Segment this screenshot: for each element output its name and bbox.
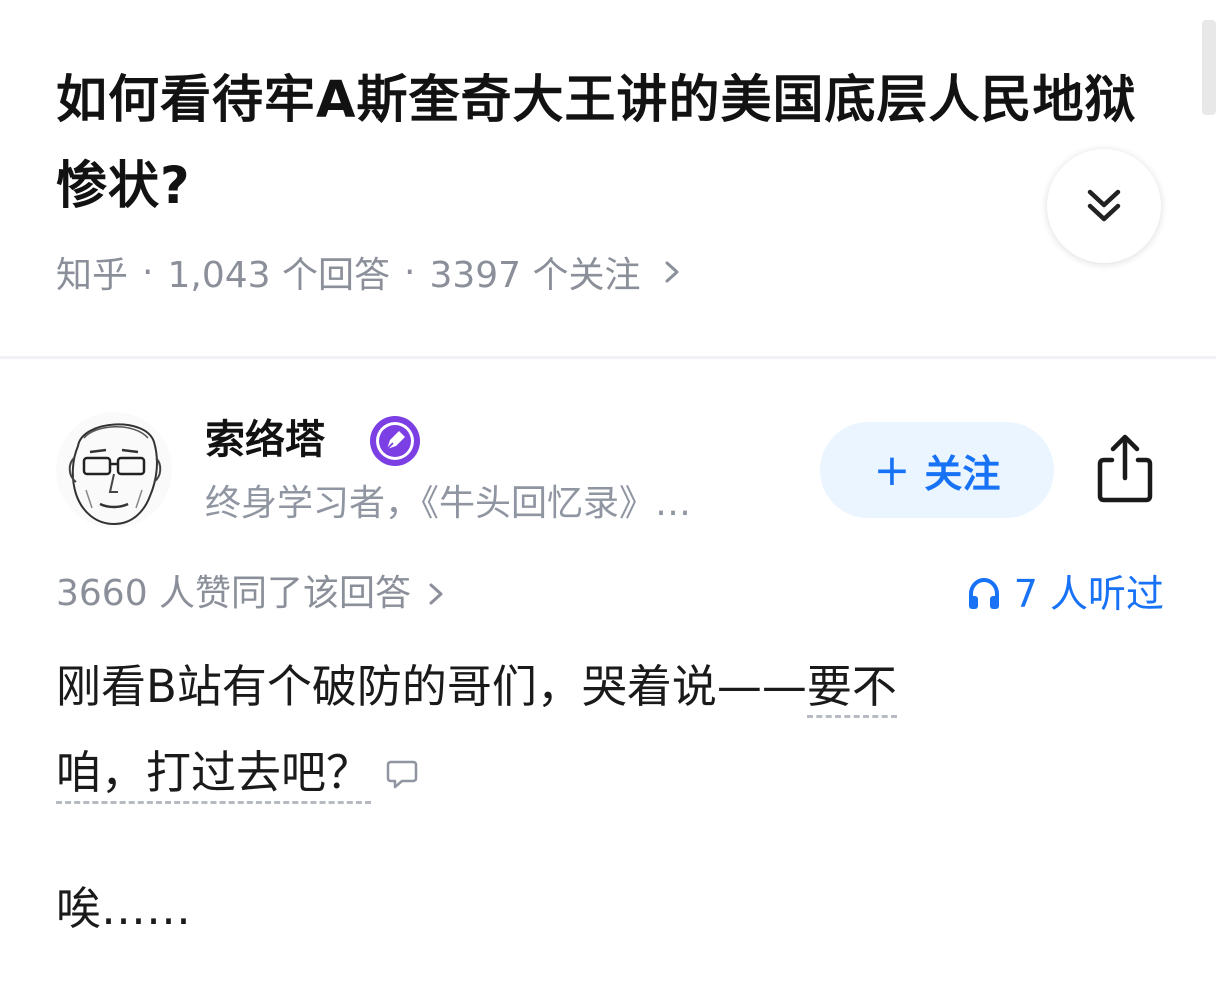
chevron-right-icon [427, 580, 445, 608]
answer-paragraph: 唉…… [56, 882, 192, 935]
creator-badge-icon[interactable] [368, 414, 422, 468]
vote-count[interactable]: 3660 人赞同了该回答 [56, 566, 445, 622]
chevron-right-icon [663, 258, 681, 286]
plus-icon: + [873, 444, 911, 496]
author-bio: 终身学习者，《牛头回忆录》… [205, 483, 692, 524]
vote-count-text: 3660 人赞同了该回答 [56, 573, 412, 614]
meta-separator: · [142, 251, 154, 293]
listen-count-text: 7 人听过 [1013, 572, 1164, 616]
answer-text: 刚看B站有个破防的哥们，哭着说—— [56, 660, 807, 713]
follow-button[interactable]: + 关注 [820, 422, 1054, 518]
headphones-icon [968, 577, 999, 609]
question-source: 知乎 [56, 255, 129, 296]
section-divider [0, 356, 1216, 359]
share-icon [1097, 434, 1153, 503]
question-meta[interactable]: 知乎 · 1,043 个回答 · 3397 个关注 [56, 246, 681, 298]
answer-count: 1,043 个回答 [167, 255, 390, 296]
share-button[interactable] [1092, 432, 1158, 504]
meta-separator: · [403, 251, 416, 293]
highlighted-text[interactable]: 咱，打过去吧？ [56, 746, 372, 804]
highlighted-text[interactable]: 要不 [806, 660, 897, 718]
answer-paragraph: 刚看B站有个破防的哥们，哭着说——要不 咱，打过去吧？ [56, 644, 1116, 819]
expand-question-button[interactable] [1047, 149, 1161, 263]
listen-count[interactable]: 7 人听过 [966, 566, 1164, 622]
author-avatar[interactable] [56, 412, 172, 528]
follower-count: 3397 个关注 [429, 255, 641, 296]
follow-label: 关注 [924, 451, 1001, 496]
author-name[interactable]: 索络塔 [205, 410, 325, 470]
chevrons-down-icon [1087, 189, 1121, 222]
comment-icon[interactable] [385, 733, 419, 819]
scrollbar[interactable] [1202, 20, 1216, 115]
question-title[interactable]: 如何看待牢A斯奎奇大王讲的美国底层人民地狱惨状? [56, 58, 1146, 230]
